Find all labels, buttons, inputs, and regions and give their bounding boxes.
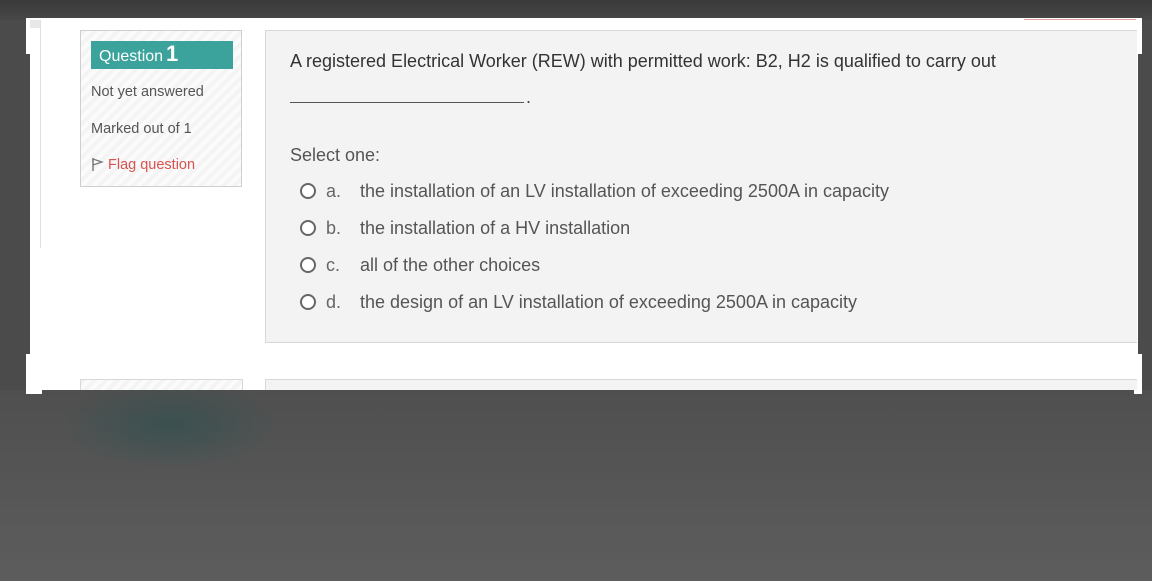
answer-option-c[interactable]: c. all of the other choices (300, 253, 540, 277)
answer-option-a[interactable]: a. the installation of an LV installatio… (300, 179, 889, 203)
page-edge (26, 354, 42, 394)
radio-button-a[interactable] (300, 183, 316, 199)
question-number-badge: Question 1 (91, 41, 233, 69)
radio-button-c[interactable] (300, 257, 316, 273)
option-letter: d. (326, 291, 342, 312)
select-prompt: Select one: (290, 145, 381, 165)
option-letter: b. (326, 217, 342, 238)
option-text[interactable]: the installation of an LV installation o… (360, 181, 889, 202)
option-text[interactable]: the installation of a HV installation (360, 218, 630, 239)
next-question-content (265, 379, 1137, 390)
blank-period: . (526, 87, 532, 107)
option-letter: a. (326, 180, 342, 201)
flag-question-label: Flag question (108, 157, 196, 173)
background-top (0, 0, 1152, 20)
corner-mark (30, 20, 40, 28)
option-letter: c. (326, 254, 341, 275)
question-info-panel: Question 1 Not yet answered Marked out of… (80, 30, 242, 187)
question-number: 1 (166, 41, 179, 66)
divider (40, 20, 41, 248)
option-text[interactable]: all of the other choices (360, 255, 540, 276)
question-state: Not yet answered (91, 84, 204, 100)
radio-button-b[interactable] (300, 220, 316, 236)
flag-question-link[interactable]: Flag question (91, 157, 195, 173)
answer-option-d[interactable]: d. the design of an LV installation of e… (300, 290, 857, 314)
next-question-info-panel (80, 379, 243, 390)
question-content: A registered Electrical Worker (REW) wit… (265, 30, 1137, 343)
flag-icon (92, 158, 104, 171)
divider (1024, 19, 1136, 20)
answer-option-b[interactable]: b. the installation of a HV installation (300, 216, 630, 240)
question-label: Question (99, 48, 164, 65)
question-grade: Marked out of 1 (91, 121, 192, 137)
answer-blank (290, 102, 524, 103)
option-text[interactable]: the design of an LV installation of exce… (360, 292, 857, 313)
background-shadow (60, 380, 280, 470)
question-text: A registered Electrical Worker (REW) wit… (290, 51, 996, 71)
radio-button-d[interactable] (300, 294, 316, 310)
